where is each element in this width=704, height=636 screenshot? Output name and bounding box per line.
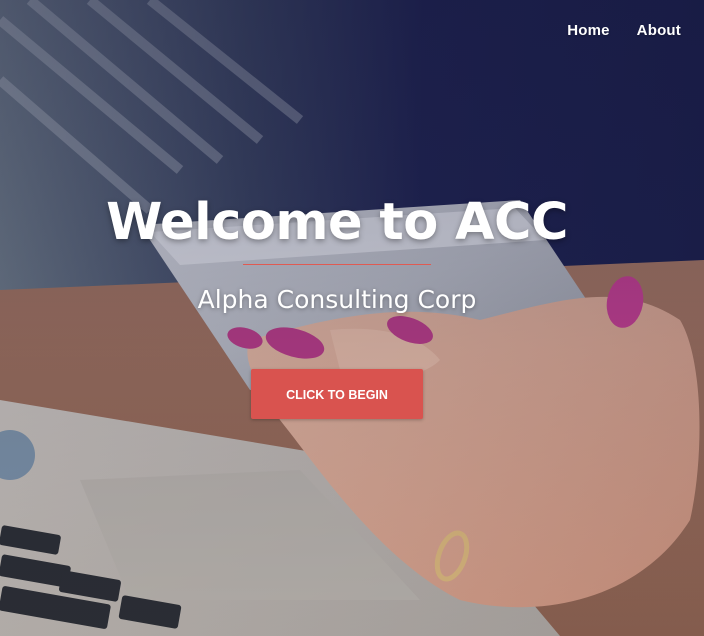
hero-section: Home About Welcome to ACC Alpha Consulti…: [0, 0, 704, 636]
title-divider: [243, 264, 431, 265]
click-to-begin-button[interactable]: CLICK TO BEGIN: [251, 369, 423, 419]
nav-home-link[interactable]: Home: [567, 22, 609, 39]
top-nav: Home About: [567, 22, 681, 39]
hero-content: Welcome to ACC Alpha Consulting Corp CLI…: [0, 190, 674, 419]
page-subtitle: Alpha Consulting Corp: [197, 285, 477, 314]
page-title: Welcome to ACC: [106, 193, 568, 252]
nav-about-link[interactable]: About: [637, 22, 681, 39]
